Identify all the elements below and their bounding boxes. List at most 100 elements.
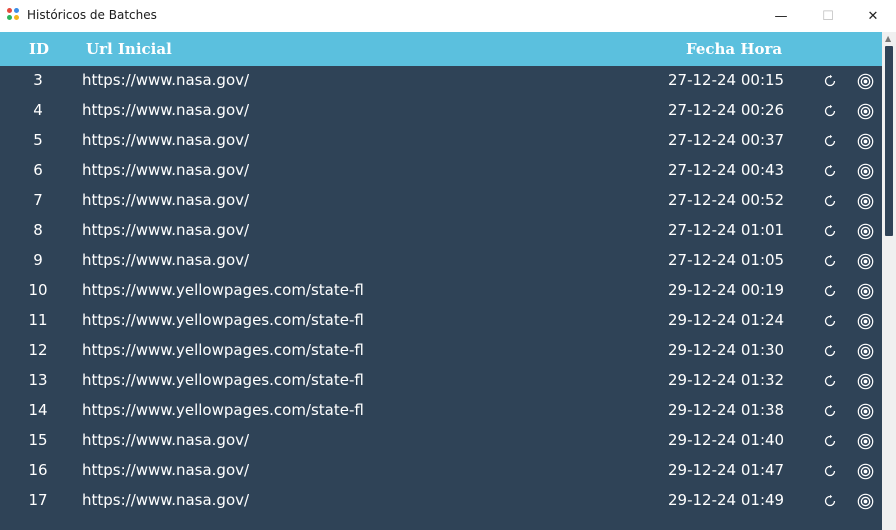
row-fecha: 29-12-24 01:40 [668,431,785,449]
reload-icon[interactable] [823,494,837,508]
eye-icon[interactable] [857,133,874,150]
row-fecha: 27-12-24 01:05 [668,251,785,269]
reload-icon[interactable] [823,194,837,208]
eye-icon[interactable] [857,283,874,300]
row-id: 13 [28,371,48,389]
row-id: 8 [33,221,43,239]
row-fecha: 29-12-24 01:32 [668,371,785,389]
close-button[interactable]: ✕ [850,0,896,32]
reload-icon[interactable] [823,374,837,388]
row-id: 14 [28,401,48,419]
row-fecha: 27-12-24 00:52 [668,191,785,209]
row-id: 7 [33,191,43,209]
header-fecha: Fecha Hora [686,40,783,58]
row-url: https://www.yellowpages.com/state-fl [82,401,364,419]
reload-icon[interactable] [823,74,837,88]
row-url: https://www.nasa.gov/ [82,191,250,209]
table-row: 14 https://www.yellowpages.com/state-fl 29… [0,396,882,426]
maximize-button[interactable]: ☐ [805,0,851,32]
row-fecha: 27-12-24 00:43 [668,161,785,179]
reload-icon[interactable] [823,464,837,478]
table-row: 9 https://www.nasa.gov/27-12-24 01:05 [0,246,882,276]
table-row: 5 https://www.nasa.gov/27-12-24 00:37 [0,126,882,156]
table-row: 15 https://www.nasa.gov/29-12-24 01:40 [0,426,882,456]
table-row: 3 https://www.nasa.gov/27-12-24 00:15 [0,66,882,96]
row-id: 16 [28,461,48,479]
row-fecha: 27-12-24 00:15 [668,71,785,89]
row-fecha: 29-12-24 01:24 [668,311,785,329]
row-fecha: 29-12-24 01:47 [668,461,785,479]
row-url: https://www.yellowpages.com/state-fl [82,281,364,299]
title-bar: Históricos de Batches — ☐ ✕ [0,0,896,32]
table-body: 3 https://www.nasa.gov/27-12-24 00:15 4 htt… [0,66,882,530]
eye-icon[interactable] [857,373,874,390]
row-fecha: 29-12-24 00:19 [668,281,785,299]
reload-icon[interactable] [823,164,837,178]
row-url: https://www.nasa.gov/ [82,71,250,89]
row-id: 17 [28,491,48,509]
reload-icon[interactable] [823,104,837,118]
row-url: https://www.nasa.gov/ [82,221,250,239]
reload-icon[interactable] [823,134,837,148]
eye-icon[interactable] [857,73,874,90]
minimize-button[interactable]: — [758,0,804,32]
row-url: https://www.yellowpages.com/state-fl [82,371,364,389]
row-url: https://www.nasa.gov/ [82,491,250,509]
table-row: 13 https://www.yellowpages.com/state-fl 29… [0,366,882,396]
row-url: https://www.nasa.gov/ [82,101,250,119]
eye-icon[interactable] [857,343,874,360]
eye-icon[interactable] [857,253,874,270]
reload-icon[interactable] [823,254,837,268]
table-row: 7 https://www.nasa.gov/27-12-24 00:52 [0,186,882,216]
row-url: https://www.nasa.gov/ [82,131,250,149]
row-url: https://www.nasa.gov/ [82,461,250,479]
row-fecha: 29-12-24 01:49 [668,491,785,509]
row-id: 9 [33,251,43,269]
row-url: https://www.yellowpages.com/state-fl [82,311,364,329]
window-title: Históricos de Batches [27,8,157,22]
row-url: https://www.nasa.gov/ [82,251,250,269]
eye-icon[interactable] [857,433,874,450]
row-id: 3 [33,71,43,89]
table-row: 17 https://www.nasa.gov/29-12-24 01:49 [0,486,882,516]
row-url: https://www.yellowpages.com/state-fl [82,341,364,359]
row-id: 5 [33,131,43,149]
app-icon [7,8,21,22]
eye-icon[interactable] [857,193,874,210]
row-url: https://www.nasa.gov/ [82,431,250,449]
row-id: 15 [28,431,48,449]
reload-icon[interactable] [823,404,837,418]
scrollbar-thumb[interactable] [885,46,893,236]
table-row: 11 https://www.yellowpages.com/state-fl 29… [0,306,882,336]
eye-icon[interactable] [857,463,874,480]
reload-icon[interactable] [823,344,837,358]
header-id: ID [29,40,50,58]
row-fecha: 27-12-24 00:37 [668,131,785,149]
reload-icon[interactable] [823,224,837,238]
row-id: 11 [28,311,48,329]
row-id: 12 [28,341,48,359]
row-fecha: 27-12-24 00:26 [668,101,785,119]
row-id: 10 [28,281,48,299]
reload-icon[interactable] [823,434,837,448]
reload-icon[interactable] [823,284,837,298]
eye-icon[interactable] [857,223,874,240]
table-row: 4 https://www.nasa.gov/27-12-24 00:26 [0,96,882,126]
reload-icon[interactable] [823,314,837,328]
eye-icon[interactable] [857,103,874,120]
table-header: ID Url Inicial Fecha Hora [0,32,882,66]
row-fecha: 29-12-24 01:38 [668,401,785,419]
eye-icon[interactable] [857,163,874,180]
header-url: Url Inicial [86,40,172,58]
row-fecha: 27-12-24 01:01 [668,221,785,239]
eye-icon[interactable] [857,313,874,330]
row-id: 6 [33,161,43,179]
eye-icon[interactable] [857,493,874,510]
table-row: 6 https://www.nasa.gov/27-12-24 00:43 [0,156,882,186]
table-row: 8 https://www.nasa.gov/27-12-24 01:01 [0,216,882,246]
eye-icon[interactable] [857,403,874,420]
row-url: https://www.nasa.gov/ [82,161,250,179]
table-row: 16 https://www.nasa.gov/29-12-24 01:47 [0,456,882,486]
scroll-up-arrow-icon[interactable]: ▲ [885,34,891,43]
vertical-scrollbar[interactable]: ▲ [882,32,896,530]
